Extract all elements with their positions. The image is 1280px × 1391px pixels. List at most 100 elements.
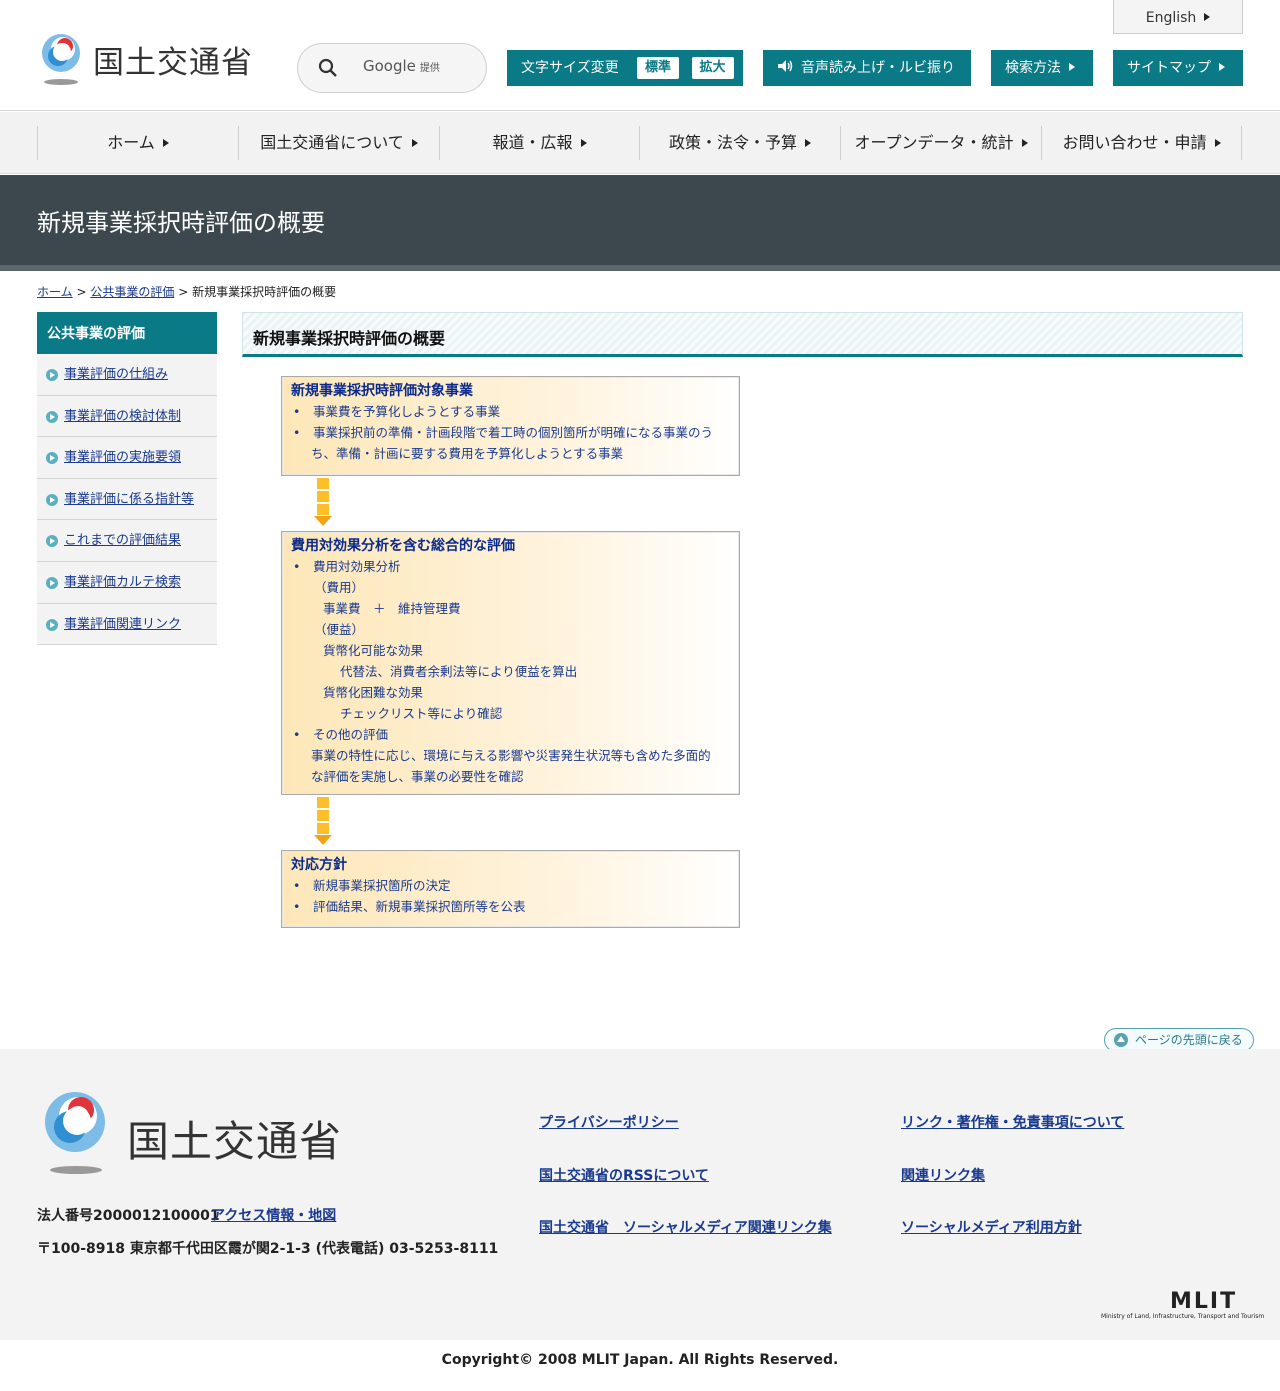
flow-bullet: 事業費を予算化しようとする事業 [291,401,730,422]
flow-box-target-projects: 新規事業採択時評価対象事業 事業費を予算化しようとする事業 事業採択前の準備・計… [281,376,740,476]
circle-arrow-icon [46,369,58,381]
english-link[interactable]: English [1113,0,1243,34]
sitemap-button[interactable]: サイトマップ [1113,50,1243,86]
social-media-links-link[interactable]: 国土交通省 ソーシャルメディア関連リンク集 [539,1217,832,1237]
breadcrumb-separator: > [76,285,87,299]
breadcrumb-home-link[interactable]: ホーム [37,285,73,299]
search-provider: Google [363,57,416,75]
side-nav-item-link[interactable]: 事業評価の仕組み [64,367,168,382]
gnav-item-home[interactable]: ホーム [37,126,238,160]
gnav-item-opendata[interactable]: オープンデータ・統計 [840,126,1041,160]
global-nav: ホーム 国土交通省について 報道・広報 政策・法令・予算 オープンデータ・統計 … [0,112,1280,174]
flow-arrow-segment [317,810,329,821]
rss-link[interactable]: 国土交通省のRSSについて [539,1165,709,1185]
gnav-item-contact[interactable]: お問い合わせ・申請 [1041,126,1242,160]
access-map-link[interactable]: アクセス情報・地図 [211,1205,336,1225]
flow-arrow-segment [317,504,329,515]
flow-arrow-segment [317,491,329,502]
flow-box-title: 対応方針 [291,857,347,873]
flow-bullet-continued: ち、準備・計画に要する費用を予算化しようとする事業 [311,446,624,461]
side-nav-item-structure[interactable]: 事業評価の検討体制 [37,395,217,438]
search-method-label: 検索方法 [1005,60,1061,76]
mlit-tagline: Ministry of Land, Infrastructure, Transp… [1101,1313,1265,1320]
side-nav-item-links[interactable]: 事業評価関連リンク [37,603,217,646]
footer-logo-text: 国土交通省 [127,1117,343,1166]
circle-arrow-icon [46,452,58,465]
side-nav-item-mechanism[interactable]: 事業評価の仕組み [37,354,217,396]
side-nav-item-link[interactable]: 事業評価の実施要領 [64,450,181,465]
gnav-item-label: 国土交通省について [260,133,404,152]
flow-bullet: 費用対効果分析 [291,556,730,577]
privacy-policy-link[interactable]: プライバシーポリシー [539,1112,679,1132]
gnav-item-label: ホーム [107,133,155,152]
cost-value: 事業費 ＋ 維持管理費 [323,601,461,616]
flow-bullet: その他の評価 [291,724,730,745]
flow-arrow-segment [317,797,329,808]
font-size-label: 文字サイズ変更 [521,60,619,76]
benefit-label: （便益） [314,622,365,637]
page-top-label: ページの先頭に戻る [1135,1033,1243,1047]
copyright-disclaimer-link[interactable]: リンク・著作権・免責事項について [901,1112,1124,1132]
flow-arrow-segment [317,478,329,489]
circle-arrow-icon [46,493,58,506]
page-title-band: 新規事業採択時評価の概要 [0,175,1280,265]
flow-arrow-down-icon [314,797,332,847]
social-media-policy-link[interactable]: ソーシャルメディア利用方針 [901,1217,1082,1237]
circle-arrow-icon [46,576,58,589]
flow-bullet: 事業採択前の準備・計画段階で着工時の個別箇所が明確になる事業のう [291,422,730,443]
font-size-large-button[interactable]: 拡大 [691,57,734,79]
flow-arrow-down-icon [314,478,332,528]
main-heading-text: 新規事業採択時評価の概要 [253,329,446,348]
monetizable-effect-detail: 代替法、消費者余剰法等により便益を算出 [340,664,578,679]
breadcrumb-parent-link[interactable]: 公共事業の評価 [90,285,174,299]
arrow-up-icon [1114,1033,1128,1047]
flow-box-title: 新規事業採択時評価対象事業 [291,383,473,399]
flow-box-response-policy: 対応方針 新規事業採択箇所の決定 評価結果、新規事業採択箇所等を公表 [281,850,740,928]
title-divider [0,265,1280,271]
flow-box-comprehensive-evaluation: 費用対効果分析を含む総合的な評価 費用対効果分析 （費用） 事業費 ＋ 維持管理… [281,531,740,795]
circle-arrow-icon [46,410,58,423]
gnav-item-label: オープンデータ・統計 [854,133,1014,152]
breadcrumb: ホーム > 公共事業の評価 > 新規事業採択時評価の概要 [37,283,336,300]
side-nav-item-link[interactable]: これまでの評価結果 [64,533,181,548]
voice-reading-button[interactable]: 音声読み上げ・ルビ振り [763,50,971,86]
side-nav-title[interactable]: 公共事業の評価 [37,312,217,354]
side-nav-item-link[interactable]: 事業評価カルテ検索 [64,575,181,590]
side-nav-item-guidelines[interactable]: 事業評価の実施要領 [37,437,217,479]
search-method-button[interactable]: 検索方法 [991,50,1093,86]
arrow-right-icon [1021,139,1028,147]
non-monetizable-effect: 貨幣化困難な効果 [323,685,424,700]
cost-label: （費用） [314,580,365,595]
side-nav-item-results[interactable]: これまでの評価結果 [37,520,217,562]
gnav-item-policy[interactable]: 政策・法令・予算 [639,126,840,160]
related-links-link[interactable]: 関連リンク集 [901,1165,985,1185]
side-nav-item-link[interactable]: 事業評価の検討体制 [64,409,181,424]
breadcrumb-separator: > [178,285,189,299]
arrow-right-icon [1214,139,1221,147]
font-size-standard-button[interactable]: 標準 [637,57,680,79]
flow-bullet: 新規事業採択箇所の決定 [291,875,730,896]
flow-box-title: 費用対効果分析を含む総合的な評価 [291,538,515,554]
arrow-right-icon [1069,63,1075,71]
circle-arrow-icon [46,618,58,631]
monetizable-effect: 貨幣化可能な効果 [323,643,424,658]
site-header: 国土交通省 Google 提供 English 文字サイズ変更 標準 拡大 音声読… [0,0,1280,111]
logo-text: 国土交通省 [93,45,253,81]
side-nav-item-karte-search[interactable]: 事業評価カルテ検索 [37,561,217,604]
side-nav-item-policies[interactable]: 事業評価に係る指針等 [37,478,217,521]
other-evaluation-line: な評価を実施し、事業の必要性を確認 [311,769,524,784]
search-icon[interactable] [318,58,338,78]
gnav-item-press[interactable]: 報道・広報 [439,126,639,160]
mlit-logo-icon [45,1092,105,1174]
other-evaluation-line: 事業の特性に応じ、環境に与える影響や災害発生状況等も含めた多面的 [311,748,711,763]
main-heading: 新規事業採択時評価の概要 [242,312,1243,357]
gnav-item-about[interactable]: 国土交通省について [238,126,439,160]
side-nav-item-link[interactable]: 事業評価関連リンク [64,617,181,632]
speaker-icon [778,60,793,72]
circle-arrow-icon [46,535,58,548]
side-nav: 公共事業の評価 事業評価の仕組み 事業評価の検討体制 事業評価の実施要領 事業評… [37,312,217,646]
flow-arrow-head [314,835,332,845]
side-nav-item-link[interactable]: 事業評価に係る指針等 [64,492,194,507]
flow-arrow-head [314,516,332,526]
gnav-item-label: 報道・広報 [492,133,573,152]
